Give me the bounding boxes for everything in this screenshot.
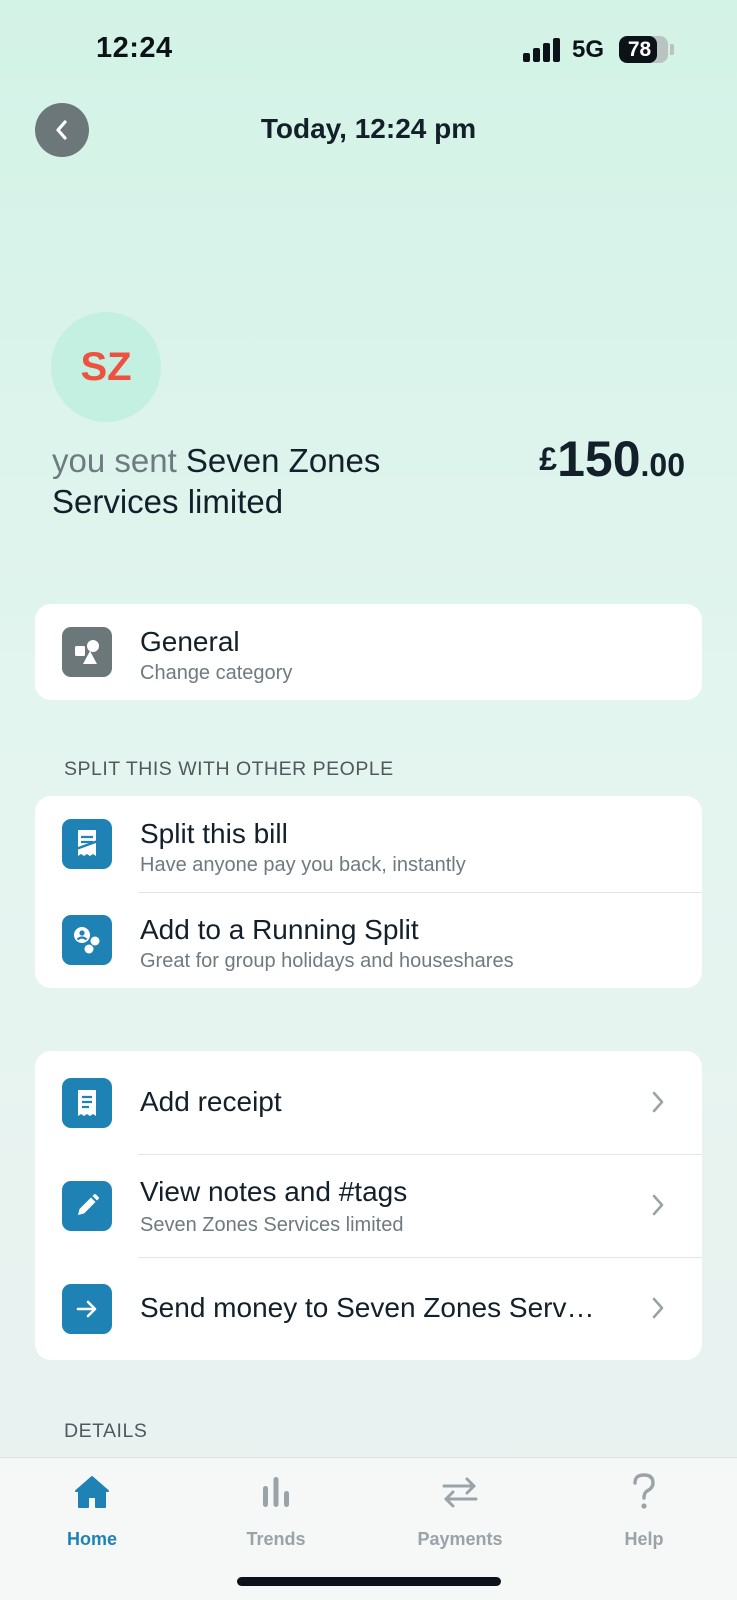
tab-trends[interactable]: Trends	[184, 1458, 368, 1558]
tab-help[interactable]: Help	[552, 1458, 736, 1558]
category-card[interactable]: General Change category	[35, 604, 702, 700]
battery-percent: 78	[627, 38, 652, 61]
page-title: Today, 12:24 pm	[260, 113, 477, 144]
status-bar: 12:24 5G 78	[0, 0, 737, 100]
split-bill-subtitle: Have anyone pay you back, instantly	[140, 854, 466, 876]
split-bill-icon	[62, 819, 112, 869]
running-split-title: Add to a Running Split	[140, 914, 419, 945]
home-icon	[67, 1470, 117, 1514]
split-bill-row[interactable]: Split this bill Have anyone pay you back…	[35, 796, 702, 892]
amount-decimal: .00	[640, 447, 685, 483]
tab-home-label: Home	[66, 1529, 117, 1549]
battery-nub	[670, 44, 674, 55]
home-indicator	[237, 1577, 501, 1586]
battery-icon: 78	[619, 36, 668, 63]
notes-tags-title: View notes and #tags	[140, 1176, 408, 1207]
notes-tags-subtitle: Seven Zones Services limited	[140, 1214, 404, 1236]
chevron-right-icon	[652, 1297, 664, 1319]
running-split-subtitle: Great for group holidays and houseshares	[140, 950, 514, 972]
category-shapes-icon	[62, 627, 112, 677]
category-row[interactable]: General Change category	[35, 604, 702, 700]
tab-payments-label: Payments	[417, 1529, 503, 1549]
help-icon	[619, 1470, 669, 1514]
add-receipt-title: Add receipt	[140, 1086, 282, 1117]
running-split-icon	[62, 915, 112, 965]
payments-icon	[435, 1470, 485, 1514]
status-time: 12:24	[96, 32, 173, 64]
receipt-icon	[62, 1078, 112, 1128]
pencil-icon	[62, 1181, 112, 1231]
running-split-row[interactable]: Add to a Running Split Great for group h…	[35, 892, 702, 988]
chevron-right-icon	[652, 1194, 664, 1216]
send-money-title: Send money to Seven Zones Serv…	[140, 1292, 595, 1323]
transaction-description: you sent Seven Zones Services limited	[52, 440, 472, 522]
tab-help-label: Help	[624, 1529, 664, 1549]
tab-trends-label: Trends	[246, 1529, 306, 1549]
split-bill-title: Split this bill	[140, 818, 288, 849]
notes-tags-row[interactable]: View notes and #tags Seven Zones Service…	[35, 1154, 702, 1257]
category-title: General	[140, 626, 240, 657]
sent-prefix: you sent	[52, 442, 177, 479]
network-type: 5G	[572, 36, 605, 63]
details-section-label: DETAILS	[64, 1420, 148, 1442]
trends-icon	[251, 1470, 301, 1514]
transaction-amount: £150.00	[539, 430, 685, 488]
add-receipt-row[interactable]: Add receipt	[35, 1051, 702, 1154]
category-subtitle: Change category	[140, 662, 293, 684]
actions-card: Add receipt View notes and #tags Seven Z…	[35, 1051, 702, 1360]
arrow-right-icon	[62, 1284, 112, 1334]
split-section-label: SPLIT THIS WITH OTHER PEOPLE	[64, 758, 394, 780]
send-money-row[interactable]: Send money to Seven Zones Serv…	[35, 1257, 702, 1360]
split-card: Split this bill Have anyone pay you back…	[35, 796, 702, 988]
signal-icon	[523, 38, 563, 62]
amount-whole: 150	[557, 431, 641, 487]
tab-home[interactable]: Home	[0, 1458, 184, 1558]
tab-payments[interactable]: Payments	[368, 1458, 552, 1558]
chevron-right-icon	[652, 1091, 664, 1113]
merchant-avatar: SZ	[51, 312, 161, 422]
currency-symbol: £	[539, 441, 558, 477]
